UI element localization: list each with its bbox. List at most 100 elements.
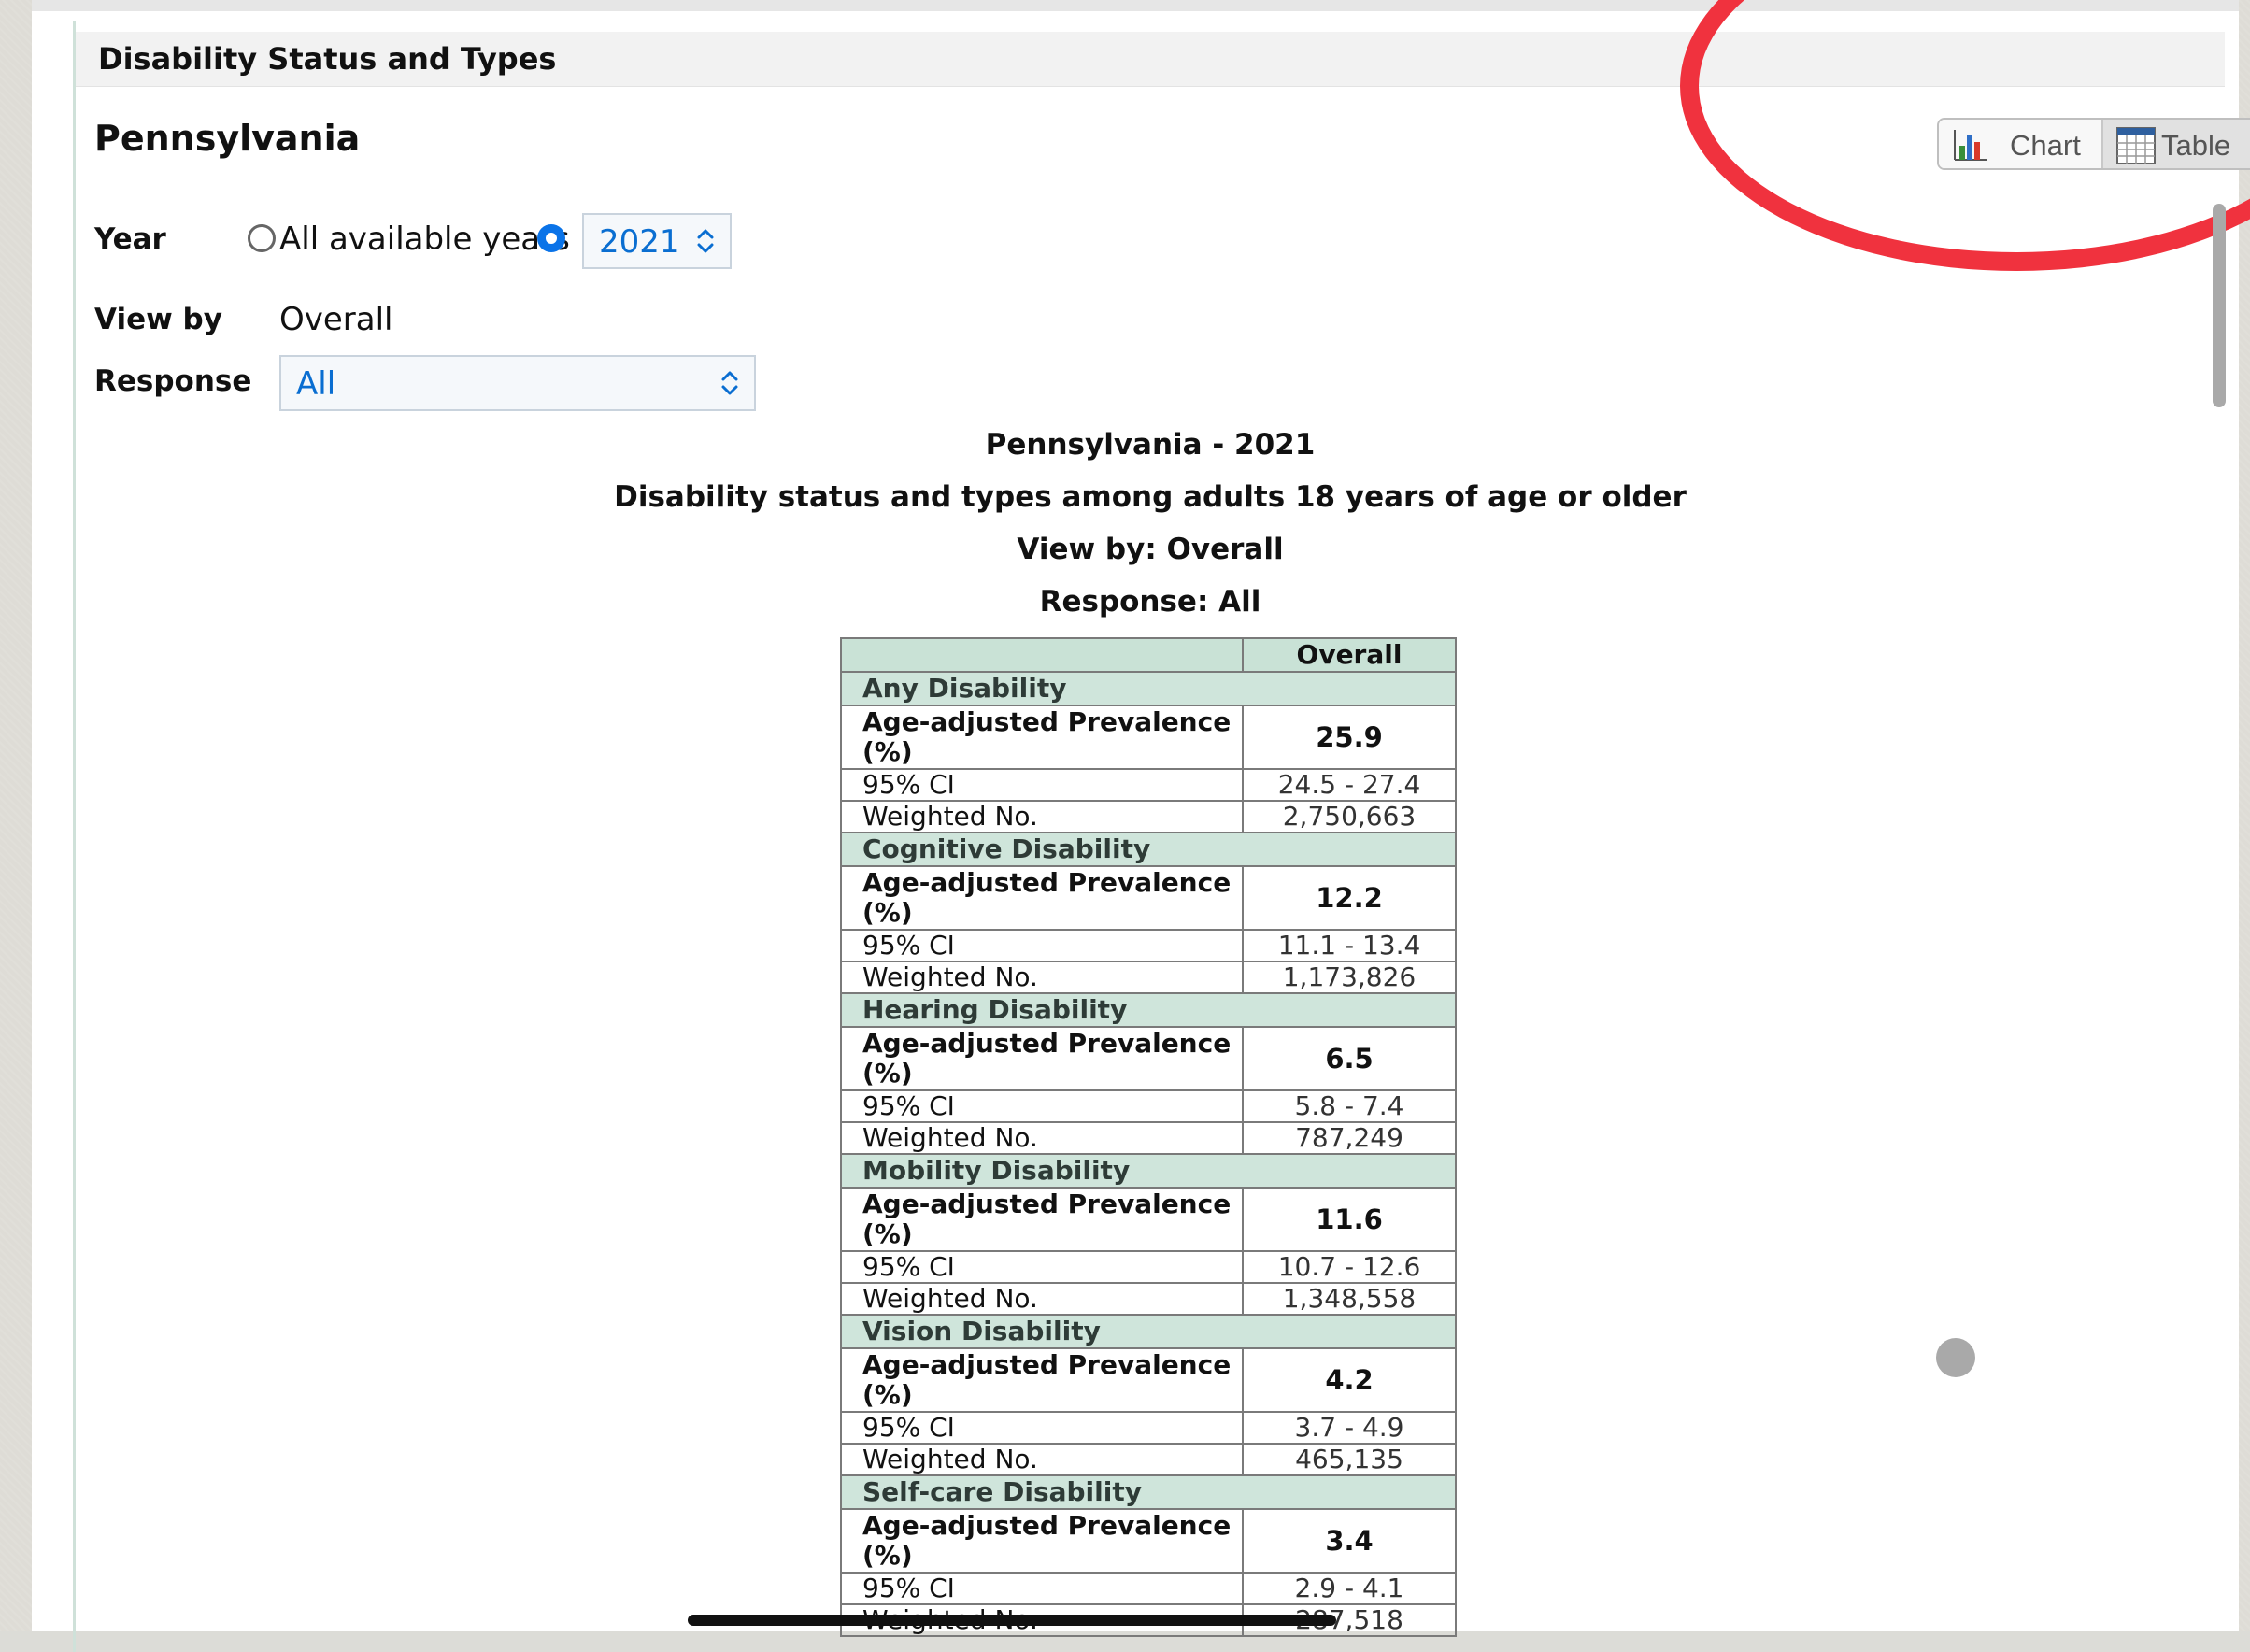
home-indicator-bar[interactable] bbox=[688, 1615, 1336, 1626]
ci-value-cell: 2.9 - 4.1 bbox=[1242, 1572, 1457, 1605]
all-years-radio[interactable] bbox=[248, 224, 276, 252]
ci-label-cell: 95% CI bbox=[840, 1089, 1244, 1123]
table-row: Any Disability bbox=[840, 671, 1457, 706]
table-row: Self-care Disability bbox=[840, 1474, 1457, 1510]
vertical-scrollbar[interactable] bbox=[2213, 204, 2226, 407]
report-response: Response: All bbox=[1039, 585, 1261, 619]
prevalence-value-cell: 11.6 bbox=[1242, 1187, 1457, 1252]
section-name-cell: Cognitive Disability bbox=[840, 832, 1457, 867]
view-toggle: Chart Table bbox=[1937, 118, 2250, 170]
prevalence-value-cell: 25.9 bbox=[1242, 705, 1457, 770]
table-row: Cognitive Disability bbox=[840, 832, 1457, 867]
table-view-button[interactable]: Table bbox=[2103, 120, 2250, 168]
table-row: Mobility Disability bbox=[840, 1153, 1457, 1189]
chart-view-button[interactable]: Chart bbox=[1939, 120, 2103, 168]
table-row: 95% CI 10.7 - 12.6 bbox=[840, 1250, 1457, 1284]
table-row: Weighted No. 1,173,826 bbox=[840, 961, 1457, 994]
table-body: Any Disability Age-adjusted Prevalence (%… bbox=[840, 671, 1457, 1637]
section-name-cell: Self-care Disability bbox=[840, 1474, 1457, 1510]
prevalence-label-cell: Age-adjusted Prevalence (%) bbox=[840, 705, 1244, 770]
prevalence-label-cell: Age-adjusted Prevalence (%) bbox=[840, 865, 1244, 931]
report-title: Pennsylvania - 2021 bbox=[985, 428, 1316, 462]
weighted-label-cell: Weighted No. bbox=[840, 1121, 1244, 1155]
table-row: 95% CI 24.5 - 27.4 bbox=[840, 768, 1457, 802]
section-name-cell: Hearing Disability bbox=[840, 992, 1457, 1028]
report-subtitle: Disability status and types among adults… bbox=[614, 480, 1687, 514]
location-title: Pennsylvania bbox=[94, 118, 361, 159]
content-panel: Disability Status and Types Pennsylvania… bbox=[32, 0, 2250, 1652]
panel-inner: Disability Status and Types Pennsylvania… bbox=[73, 21, 2250, 1652]
chevron-updown-icon bbox=[697, 229, 714, 253]
weighted-label-cell: Weighted No. bbox=[840, 961, 1244, 994]
prevalence-label-cell: Age-adjusted Prevalence (%) bbox=[840, 1508, 1244, 1574]
ci-value-cell: 10.7 - 12.6 bbox=[1242, 1250, 1457, 1284]
weighted-value-cell: 787,249 bbox=[1242, 1121, 1457, 1155]
table-header-row: Overall bbox=[840, 637, 1457, 673]
ci-label-cell: 95% CI bbox=[840, 929, 1244, 962]
section-title: Disability Status and Types bbox=[98, 41, 557, 77]
table-row: Age-adjusted Prevalence (%) 12.2 bbox=[840, 865, 1457, 931]
table-row: 95% CI 5.8 - 7.4 bbox=[840, 1089, 1457, 1123]
ci-value-cell: 24.5 - 27.4 bbox=[1242, 768, 1457, 802]
prevalence-label-cell: Age-adjusted Prevalence (%) bbox=[840, 1187, 1244, 1252]
year-label: Year bbox=[94, 222, 166, 256]
prevalence-label-cell: Age-adjusted Prevalence (%) bbox=[840, 1347, 1244, 1413]
table-row: Age-adjusted Prevalence (%) 25.9 bbox=[840, 705, 1457, 770]
table-row: Weighted No. 465,135 bbox=[840, 1443, 1457, 1476]
prevalence-value-cell: 3.4 bbox=[1242, 1508, 1457, 1574]
all-years-label[interactable]: All available years bbox=[279, 221, 570, 258]
ci-label-cell: 95% CI bbox=[840, 1250, 1244, 1284]
table-row: Weighted No. 1,348,558 bbox=[840, 1282, 1457, 1316]
single-year-radio[interactable] bbox=[537, 224, 565, 252]
column-header-overall: Overall bbox=[1242, 637, 1457, 673]
weighted-value-cell: 2,750,663 bbox=[1242, 800, 1457, 833]
chevron-updown-icon bbox=[721, 371, 738, 395]
ci-value-cell: 3.7 - 4.9 bbox=[1242, 1411, 1457, 1445]
ci-value-cell: 5.8 - 7.4 bbox=[1242, 1089, 1457, 1123]
weighted-value-cell: 1,348,558 bbox=[1242, 1282, 1457, 1316]
table-grid-icon bbox=[2116, 127, 2156, 164]
table-row: Age-adjusted Prevalence (%) 3.4 bbox=[840, 1508, 1457, 1574]
weighted-value-cell: 1,173,826 bbox=[1242, 961, 1457, 994]
weighted-label-cell: Weighted No. bbox=[840, 1282, 1244, 1316]
ci-value-cell: 11.1 - 13.4 bbox=[1242, 929, 1457, 962]
bar-chart-icon bbox=[1954, 130, 1987, 161]
table-row: 95% CI 2.9 - 4.1 bbox=[840, 1572, 1457, 1605]
section-name-cell: Vision Disability bbox=[840, 1314, 1457, 1349]
table-row: Vision Disability bbox=[840, 1314, 1457, 1349]
table-row: 95% CI 3.7 - 4.9 bbox=[840, 1411, 1457, 1445]
touch-indicator bbox=[1936, 1338, 1975, 1377]
ci-label-cell: 95% CI bbox=[840, 768, 1244, 802]
ci-label-cell: 95% CI bbox=[840, 1411, 1244, 1445]
weighted-label-cell: Weighted No. bbox=[840, 1443, 1244, 1476]
table-corner-cell bbox=[840, 637, 1244, 673]
table-row: Age-adjusted Prevalence (%) 4.2 bbox=[840, 1347, 1457, 1413]
prevalence-value-cell: 12.2 bbox=[1242, 865, 1457, 931]
year-select[interactable]: 2021 bbox=[582, 213, 732, 269]
response-select[interactable]: All bbox=[279, 355, 756, 411]
year-select-value: 2021 bbox=[599, 223, 680, 261]
ci-label-cell: 95% CI bbox=[840, 1572, 1244, 1605]
data-table: Overall Any Disability Age-adjusted Preva… bbox=[840, 637, 1457, 1637]
table-row: Hearing Disability bbox=[840, 992, 1457, 1028]
weighted-label-cell: Weighted No. bbox=[840, 800, 1244, 833]
response-select-value: All bbox=[296, 365, 336, 403]
report-viewby: View by: Overall bbox=[1017, 533, 1284, 566]
prevalence-value-cell: 6.5 bbox=[1242, 1026, 1457, 1091]
response-label: Response bbox=[94, 364, 252, 398]
section-name-cell: Any Disability bbox=[840, 671, 1457, 706]
prevalence-label-cell: Age-adjusted Prevalence (%) bbox=[840, 1026, 1244, 1091]
chart-view-label: Chart bbox=[2010, 129, 2081, 162]
table-row: Weighted No. 2,750,663 bbox=[840, 800, 1457, 833]
section-name-cell: Mobility Disability bbox=[840, 1153, 1457, 1189]
viewby-label: View by bbox=[94, 303, 222, 336]
viewby-value: Overall bbox=[279, 301, 393, 338]
table-view-label: Table bbox=[2161, 129, 2231, 162]
table-row: Age-adjusted Prevalence (%) 6.5 bbox=[840, 1026, 1457, 1091]
table-row: 95% CI 11.1 - 13.4 bbox=[840, 929, 1457, 962]
section-header: Disability Status and Types bbox=[76, 32, 2225, 87]
table-row: Weighted No. 787,249 bbox=[840, 1121, 1457, 1155]
prevalence-value-cell: 4.2 bbox=[1242, 1347, 1457, 1413]
weighted-value-cell: 465,135 bbox=[1242, 1443, 1457, 1476]
table-row: Age-adjusted Prevalence (%) 11.6 bbox=[840, 1187, 1457, 1252]
